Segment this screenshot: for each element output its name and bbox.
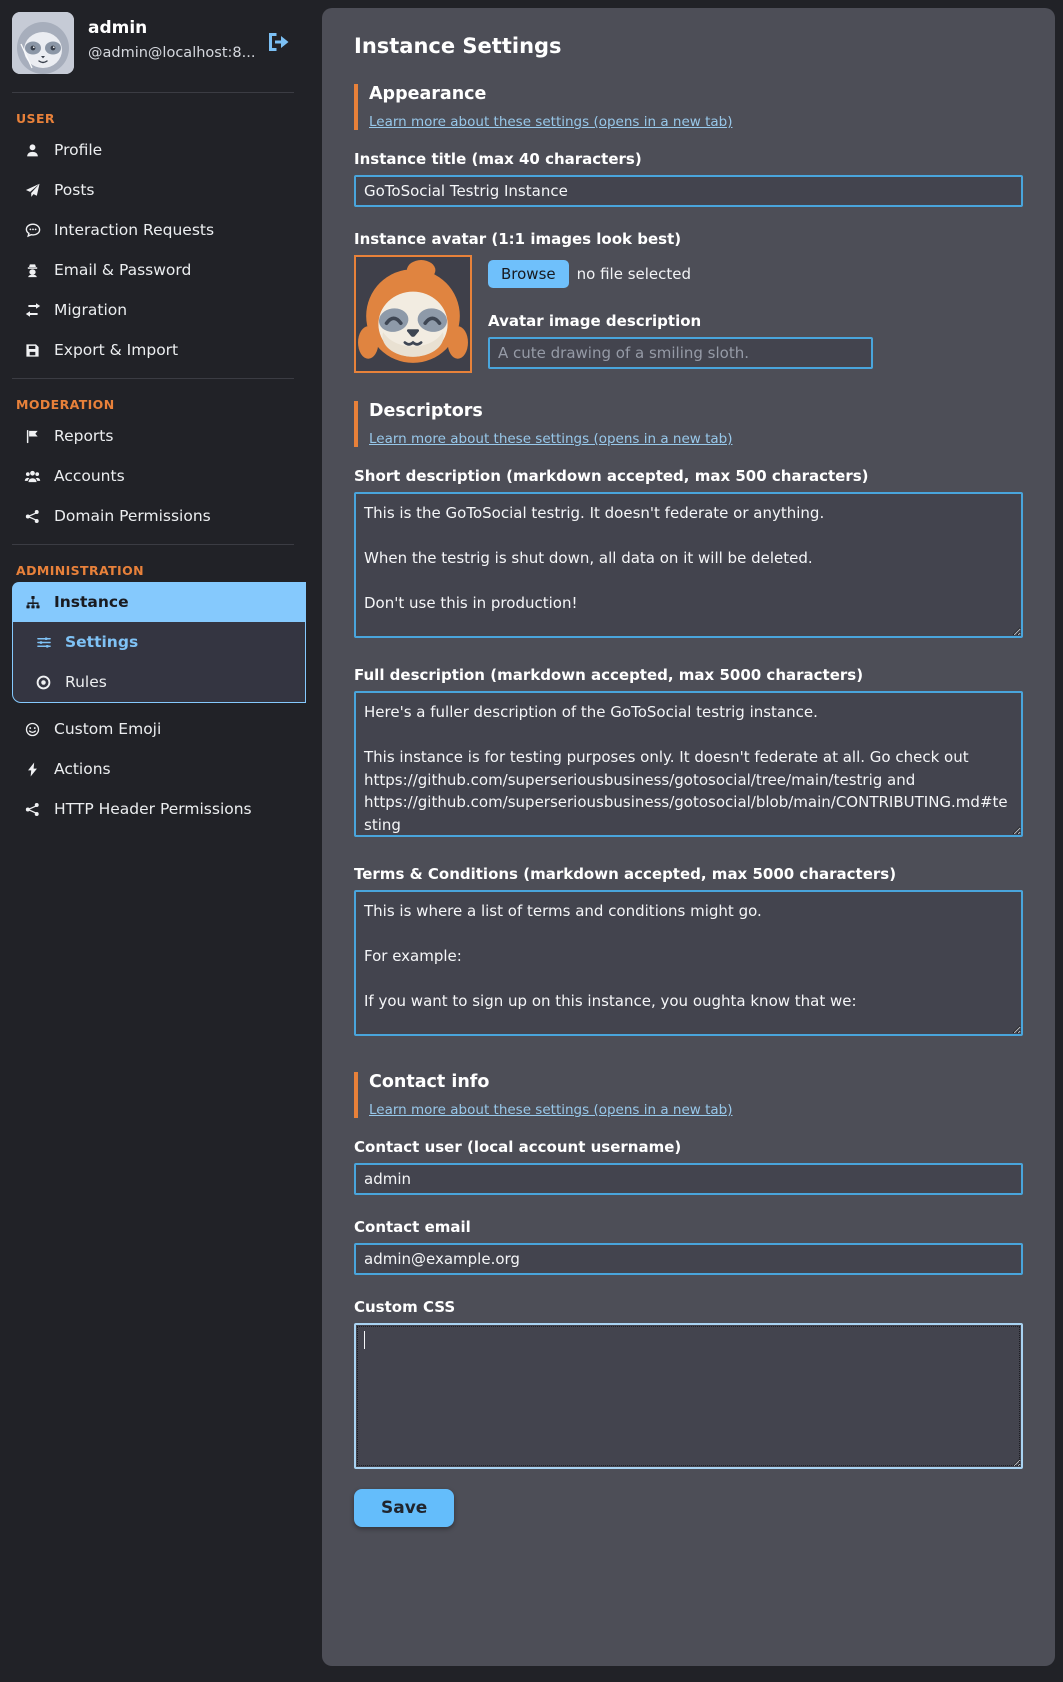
nav-section-administration: ADMINISTRATION [0,553,306,582]
section-contact-info: Contact info Learn more about these sett… [354,1072,1023,1118]
short-description-label: Short description (markdown accepted, ma… [354,467,1023,485]
section-descriptors: Descriptors Learn more about these setti… [354,401,1023,447]
divider [12,544,294,545]
user-name: admin [88,18,255,38]
sidebar-item-interaction-requests[interactable]: Interaction Requests [0,210,306,250]
custom-css-label: Custom CSS [354,1298,1023,1316]
instance-avatar-image [354,255,472,373]
save-button[interactable]: Save [354,1489,454,1527]
learn-more-link[interactable]: Learn more about these settings (opens i… [369,114,732,130]
exchange-arrows-icon [24,302,41,318]
floppy-disk-icon [24,343,41,358]
sidebar-item-actions[interactable]: Actions [0,749,306,789]
sidebar-item-label: Export & Import [54,341,178,359]
divider [12,92,294,93]
sidebar-item-email-password[interactable]: Email & Password [0,250,306,290]
sidebar-item-settings[interactable]: Settings [13,622,305,662]
sidebar-item-rules[interactable]: Rules [13,662,305,702]
full-description-label: Full description (markdown accepted, max… [354,666,1023,684]
sidebar-item-label: Rules [65,673,107,691]
sidebar-item-accounts[interactable]: Accounts [0,456,306,496]
sidebar: admin @admin@localhost:8... USER Profile… [0,0,306,1682]
instance-settings-panel: Instance Settings Appearance Learn more … [322,8,1055,1666]
contact-user-label: Contact user (local account username) [354,1138,1023,1156]
user-secret-icon [24,263,41,278]
instance-title-input[interactable] [354,175,1023,207]
full-description-textarea[interactable]: Here's a fuller description of the GoToS… [354,691,1023,837]
section-title: Appearance [369,84,1023,104]
file-status: no file selected [577,265,691,283]
terms-textarea[interactable]: This is where a list of terms and condit… [354,890,1023,1036]
user-icon [24,143,41,158]
divider [12,378,294,379]
section-appearance: Appearance Learn more about these settin… [354,84,1023,130]
sidebar-item-label: Profile [54,141,102,159]
logout-icon[interactable] [266,30,290,54]
sidebar-item-label: Domain Permissions [54,507,211,525]
sidebar-item-label: Email & Password [54,261,191,279]
avatar-description-label: Avatar image description [488,312,873,330]
learn-more-link[interactable]: Learn more about these settings (opens i… [369,1102,732,1118]
sidebar-item-label: HTTP Header Permissions [54,800,252,818]
custom-css-textarea[interactable] [354,1323,1023,1469]
circle-dot-icon [35,675,52,690]
user-handle: @admin@localhost:8... [88,45,255,61]
sidebar-item-label: Reports [54,427,113,445]
browse-button[interactable]: Browse [488,260,569,288]
sidebar-item-http-header-permissions[interactable]: HTTP Header Permissions [0,789,306,829]
avatar-description-input[interactable] [488,337,873,369]
text-caret [364,1331,365,1349]
sidebar-item-reports[interactable]: Reports [0,416,306,456]
sidebar-item-instance[interactable]: Instance [12,582,306,622]
sidebar-item-label: Settings [65,633,138,651]
smiley-icon [24,722,41,737]
sidebar-item-label: Interaction Requests [54,221,214,239]
sitemap-icon [24,595,41,610]
sidebar-item-label: Actions [54,760,111,778]
section-title: Descriptors [369,401,1023,421]
user-card[interactable]: admin @admin@localhost:8... [0,0,306,84]
sidebar-item-profile[interactable]: Profile [0,130,306,170]
sidebar-item-migration[interactable]: Migration [0,290,306,330]
section-title: Contact info [369,1072,1023,1092]
sidebar-item-label: Posts [54,181,95,199]
nav-section-moderation: MODERATION [0,387,306,416]
contact-email-input[interactable] [354,1243,1023,1275]
sidebar-item-domain-permissions[interactable]: Domain Permissions [0,496,306,536]
paper-plane-icon [24,183,41,198]
instance-submenu: Settings Rules [12,622,306,703]
sidebar-item-label: Instance [54,593,129,611]
sidebar-item-label: Accounts [54,467,125,485]
sidebar-item-posts[interactable]: Posts [0,170,306,210]
sidebar-item-export-import[interactable]: Export & Import [0,330,306,370]
nav-section-user: USER [0,101,306,130]
instance-title-label: Instance title (max 40 characters) [354,150,1023,168]
contact-email-label: Contact email [354,1218,1023,1236]
instance-avatar-label: Instance avatar (1:1 images look best) [354,230,1023,248]
share-nodes-icon [24,509,41,524]
comment-icon [24,222,41,238]
short-description-textarea[interactable]: This is the GoToSocial testrig. It doesn… [354,492,1023,638]
users-icon [24,469,41,484]
bolt-icon [24,762,41,777]
sidebar-item-label: Custom Emoji [54,720,161,738]
flag-icon [24,429,41,444]
sidebar-item-custom-emoji[interactable]: Custom Emoji [0,709,306,749]
user-avatar [12,12,74,74]
terms-label: Terms & Conditions (markdown accepted, m… [354,865,1023,883]
learn-more-link[interactable]: Learn more about these settings (opens i… [369,431,732,447]
contact-user-input[interactable] [354,1163,1023,1195]
sliders-icon [35,635,52,650]
page-title: Instance Settings [354,34,1023,58]
sidebar-item-label: Migration [54,301,127,319]
share-nodes-icon [24,802,41,817]
